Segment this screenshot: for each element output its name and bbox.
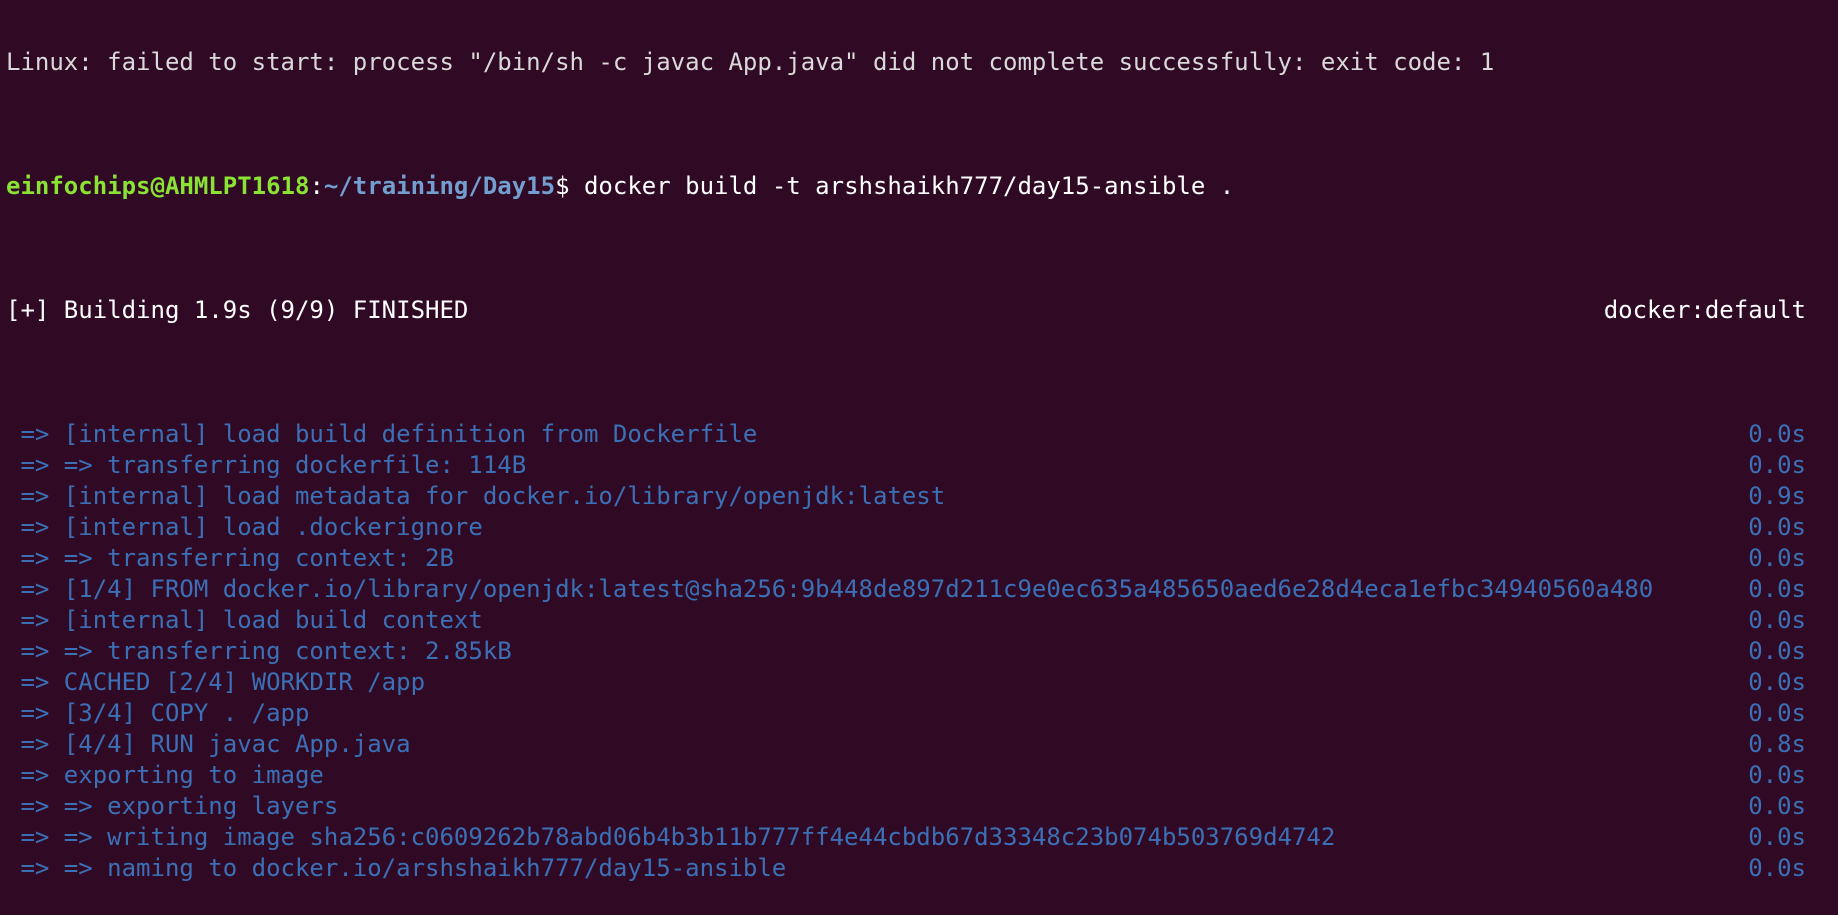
prompt-path: ~/training/Day15: [323, 172, 556, 200]
build-step-row: => [4/4] RUN javac App.java 0.8s: [0, 729, 1838, 760]
build-step-text: => CACHED [2/4] WORKDIR /app: [6, 668, 426, 696]
build-step-row: => [internal] load build context 0.0s: [0, 605, 1838, 636]
build-step-row: => => naming to docker.io/arshshaikh777/…: [0, 853, 1838, 884]
build-step-row: => => writing image sha256:c0609262b78ab…: [0, 822, 1838, 853]
build-step-time: 0.0s: [1748, 575, 1806, 603]
build-step-time: 0.0s: [1748, 513, 1806, 541]
build-steps-list: => [internal] load build definition from…: [0, 419, 1838, 884]
build-step-text: => [internal] load build context: [6, 606, 483, 634]
build-step-time: 0.0s: [1748, 699, 1806, 727]
prompt-separator: :: [309, 172, 324, 200]
build-step-row: => [internal] load .dockerignore 0.0s: [0, 512, 1838, 543]
build-step-time: 0.0s: [1748, 854, 1806, 882]
build-step-time: 0.0s: [1748, 823, 1806, 851]
build-step-row: => => transferring context: 2.85kB 0.0s: [0, 636, 1838, 667]
build-step-text: => [internal] load metadata for docker.i…: [6, 482, 946, 510]
build-step-text: => => transferring dockerfile: 114B: [6, 451, 527, 479]
build-step-text: => => writing image sha256:c0609262b78ab…: [6, 823, 1336, 851]
build-step-row: => [1/4] FROM docker.io/library/openjdk:…: [0, 574, 1838, 605]
build-step-time: 0.0s: [1748, 637, 1806, 665]
build-step-time: 0.8s: [1748, 730, 1806, 758]
build-step-row: => [internal] load build definition from…: [0, 419, 1838, 450]
build-step-time: 0.0s: [1748, 761, 1806, 789]
build-step-text: => => naming to docker.io/arshshaikh777/…: [6, 854, 787, 882]
prompt-dollar: $: [555, 172, 584, 200]
build-step-row: => => transferring context: 2B 0.0s: [0, 543, 1838, 574]
build-status-text: [+] Building 1.9s (9/9) FINISHED: [6, 296, 469, 324]
builder-name: docker:default: [1603, 296, 1806, 324]
shell-prompt-line: einfochips@AHMLPT1618:~/training/Day15$ …: [0, 171, 1838, 202]
build-step-row: => => transferring dockerfile: 114B 0.0s: [0, 450, 1838, 481]
build-step-text: => [4/4] RUN javac App.java: [6, 730, 411, 758]
build-step-time: 0.0s: [1748, 792, 1806, 820]
build-status-header: [+] Building 1.9s (9/9) FINISHED docker:d…: [0, 295, 1838, 326]
build-step-time: 0.0s: [1748, 420, 1806, 448]
scrolled-output-text: Linux: failed to start: process "/bin/sh…: [6, 48, 1495, 76]
prompt-command: docker build -t arshshaikh777/day15-ansi…: [583, 172, 1235, 200]
build-step-time: 0.9s: [1748, 482, 1806, 510]
scrolled-output-line: Linux: failed to start: process "/bin/sh…: [0, 47, 1838, 78]
prompt-user-host: einfochips@AHMLPT1618: [6, 172, 310, 200]
build-step-row: => CACHED [2/4] WORKDIR /app 0.0s: [0, 667, 1838, 698]
build-step-row: => [internal] load metadata for docker.i…: [0, 481, 1838, 512]
build-step-time: 0.0s: [1748, 668, 1806, 696]
build-step-text: => [internal] load build definition from…: [6, 420, 758, 448]
build-step-time: 0.0s: [1748, 544, 1806, 572]
build-step-row: => exporting to image 0.0s: [0, 760, 1838, 791]
build-step-text: => => transferring context: 2B: [6, 544, 454, 572]
terminal-window[interactable]: Linux: failed to start: process "/bin/sh…: [0, 0, 1838, 882]
build-step-time: 0.0s: [1748, 606, 1806, 634]
build-step-text: => => exporting layers: [6, 792, 339, 820]
build-step-time: 0.0s: [1748, 451, 1806, 479]
build-step-row: => => exporting layers 0.0s: [0, 791, 1838, 822]
build-step-text: => [1/4] FROM docker.io/library/openjdk:…: [6, 575, 1654, 603]
build-step-text: => [3/4] COPY . /app: [6, 699, 310, 727]
build-step-text: => [internal] load .dockerignore: [6, 513, 483, 541]
build-step-row: => [3/4] COPY . /app 0.0s: [0, 698, 1838, 729]
build-step-text: => => transferring context: 2.85kB: [6, 637, 512, 665]
build-step-text: => exporting to image: [6, 761, 324, 789]
